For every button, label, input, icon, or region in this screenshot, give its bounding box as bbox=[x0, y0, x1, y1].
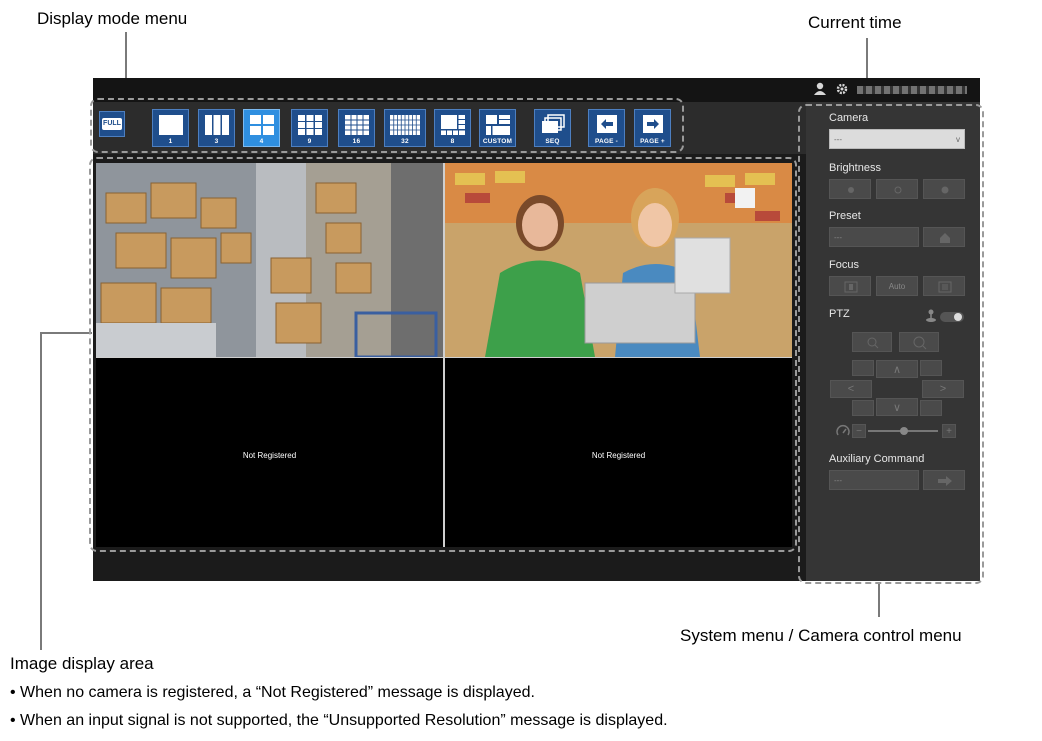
current-time-display bbox=[857, 86, 967, 94]
image-display-area-callout: Image display area bbox=[10, 654, 154, 673]
display-mode-menu-outline bbox=[90, 98, 684, 153]
image-area-leader-v bbox=[40, 332, 42, 650]
system-menu-leader bbox=[878, 583, 880, 617]
gear-icon[interactable] bbox=[835, 82, 849, 96]
user-icon[interactable] bbox=[813, 82, 827, 96]
current-time-callout: Current time bbox=[808, 13, 902, 32]
system-menu-callout: System menu / Camera control menu bbox=[680, 626, 962, 645]
system-menu-outline bbox=[798, 104, 984, 584]
description-unsupported-resolution: • When an input signal is not supported,… bbox=[10, 712, 668, 729]
image-display-area-outline bbox=[89, 157, 797, 552]
display-mode-menu-callout: Display mode menu bbox=[37, 9, 188, 28]
image-area-leader-h bbox=[40, 332, 92, 334]
description-not-registered: • When no camera is registered, a “Not R… bbox=[10, 684, 535, 701]
